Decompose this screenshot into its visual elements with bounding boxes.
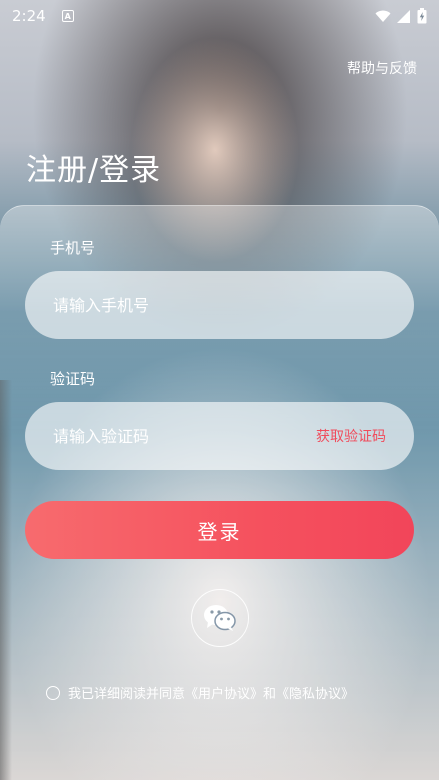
login-screen: 2:24 A 帮助与反馈 注册/登录 手机号 验证码 获取验证码 登录 [0,0,439,780]
signal-icon [397,9,410,23]
a-badge-icon: A [61,10,74,22]
agreement-prefix: 我已详细阅读并同意 [68,687,186,702]
help-feedback-link[interactable]: 帮助与反馈 [347,58,417,78]
wifi-icon [375,10,391,22]
phone-field[interactable] [25,271,414,339]
status-bar: 2:24 A [0,0,439,32]
user-agreement-link[interactable]: 《用户协议》 [185,683,263,702]
wechat-icon [204,605,236,631]
wechat-login-button[interactable] [191,589,249,647]
battery-charging-icon [417,8,427,24]
login-button[interactable]: 登录 [25,501,414,559]
agreement-row: 我已详细阅读并同意 《用户协议》 和 《隐私协议》 [46,683,354,702]
code-label: 验证码 [50,370,96,388]
status-time: 2:24 [12,7,46,25]
agreement-checkbox[interactable] [46,685,60,700]
agreement-conjunction: 和 [263,687,277,702]
page-title: 注册/登录 [26,153,162,188]
code-input[interactable] [53,426,316,446]
code-field[interactable]: 获取验证码 [25,402,414,470]
phone-label: 手机号 [50,239,96,257]
status-icons [375,8,427,24]
phone-input[interactable] [53,295,386,315]
privacy-policy-link[interactable]: 《隐私协议》 [276,683,354,702]
get-code-button[interactable]: 获取验证码 [316,426,386,446]
